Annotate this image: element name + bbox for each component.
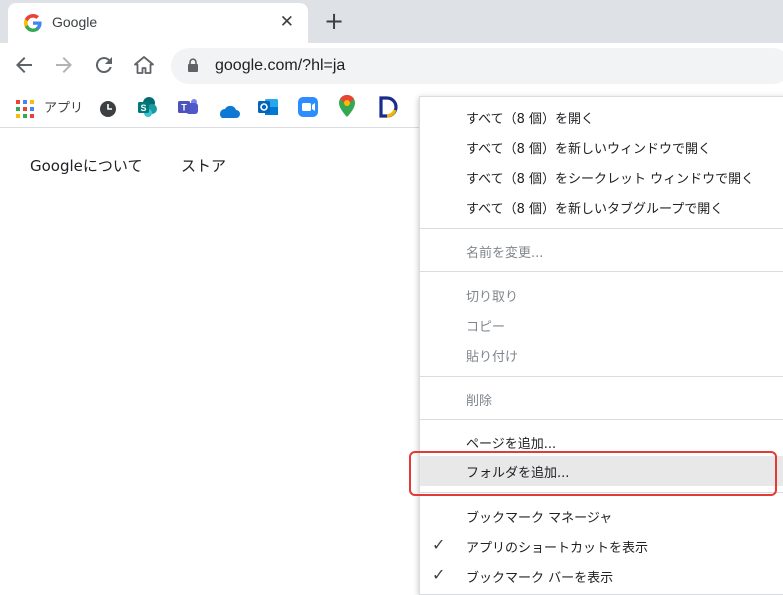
tab-strip: Google ✕ + <box>0 0 783 43</box>
history-clock-icon[interactable] <box>99 97 117 121</box>
home-icon[interactable] <box>132 53 156 77</box>
check-icon: ✓ <box>432 565 446 584</box>
menu-show-bookmark-bar-label: ブックマーク バーを表示 <box>466 571 614 586</box>
menu-open-all-new-window[interactable]: すべて（8 個）を新しいウィンドウで開く <box>420 132 783 162</box>
menu-delete: 削除 <box>420 384 783 414</box>
close-tab-icon[interactable]: ✕ <box>280 12 294 32</box>
url-text[interactable]: google.com/?hl=ja <box>215 57 345 75</box>
menu-open-all-tab-group[interactable]: すべて（8 個）を新しいタブグループで開く <box>420 192 783 222</box>
toolbar: google.com/?hl=ja <box>0 43 783 90</box>
menu-copy-label: コピー <box>466 320 506 335</box>
lock-icon[interactable] <box>187 58 199 73</box>
menu-cut-label: 切り取り <box>466 290 519 305</box>
svg-text:S: S <box>140 103 146 113</box>
new-tab-button[interactable]: + <box>324 7 344 35</box>
menu-delete-label: 削除 <box>466 394 493 409</box>
apps-grid-icon[interactable] <box>16 97 34 121</box>
reload-icon[interactable] <box>92 53 116 77</box>
menu-open-all-tab-group-label: すべて（8 個）を新しいタブグループで開く <box>466 202 724 217</box>
zoom-icon[interactable] <box>297 95 319 119</box>
google-favicon-icon <box>24 14 42 32</box>
tab-google[interactable]: Google ✕ <box>8 3 308 43</box>
google-maps-pin-icon[interactable] <box>338 94 356 118</box>
menu-copy: コピー <box>420 310 783 340</box>
menu-show-app-shortcuts-label: アプリのショートカットを表示 <box>466 541 649 556</box>
dictionary-d-icon[interactable] <box>378 95 398 119</box>
menu-show-app-shortcuts[interactable]: ✓ アプリのショートカットを表示 <box>420 531 783 561</box>
onedrive-cloud-icon[interactable] <box>216 99 240 123</box>
menu-separator <box>420 228 783 229</box>
menu-add-page-label: ページを追加... <box>466 437 557 452</box>
menu-separator <box>420 376 783 377</box>
menu-open-all-label: すべて（8 個）を開く <box>466 112 594 127</box>
menu-cut: 切り取り <box>420 280 783 310</box>
teams-icon[interactable]: T <box>177 95 199 119</box>
svg-text:T: T <box>181 103 187 113</box>
menu-bookmark-manager-label: ブックマーク マネージャ <box>466 511 613 526</box>
menu-rename-label: 名前を変更... <box>466 246 544 261</box>
menu-separator <box>420 419 783 420</box>
menu-paste: 貼り付け <box>420 340 783 370</box>
menu-show-bookmark-bar[interactable]: ✓ ブックマーク バーを表示 <box>420 561 783 591</box>
sharepoint-icon[interactable]: S <box>137 95 159 119</box>
check-icon: ✓ <box>432 535 446 554</box>
tab-title: Google <box>52 14 98 30</box>
forward-arrow-icon[interactable] <box>52 53 76 77</box>
back-arrow-icon[interactable] <box>12 53 36 77</box>
menu-paste-label: 貼り付け <box>466 350 519 365</box>
about-google-link[interactable]: Googleについて <box>30 155 142 176</box>
menu-open-all[interactable]: すべて（8 個）を開く <box>420 102 783 132</box>
menu-rename: 名前を変更... <box>420 236 783 266</box>
outlook-icon[interactable] <box>257 95 279 119</box>
store-link[interactable]: ストア <box>181 155 226 176</box>
menu-separator <box>420 271 783 272</box>
menu-open-all-new-window-label: すべて（8 個）を新しいウィンドウで開く <box>466 142 711 157</box>
menu-bookmark-manager[interactable]: ブックマーク マネージャ <box>420 501 783 531</box>
apps-label[interactable]: アプリ <box>44 97 83 116</box>
menu-open-all-incognito[interactable]: すべて（8 個）をシークレット ウィンドウで開く <box>420 162 783 192</box>
highlight-annotation-box <box>409 451 777 496</box>
menu-open-all-incognito-label: すべて（8 個）をシークレット ウィンドウで開く <box>466 172 755 187</box>
bookmark-context-menu: すべて（8 個）を開く すべて（8 個）を新しいウィンドウで開く すべて（8 個… <box>419 96 783 595</box>
omnibox[interactable]: google.com/?hl=ja <box>171 48 783 84</box>
